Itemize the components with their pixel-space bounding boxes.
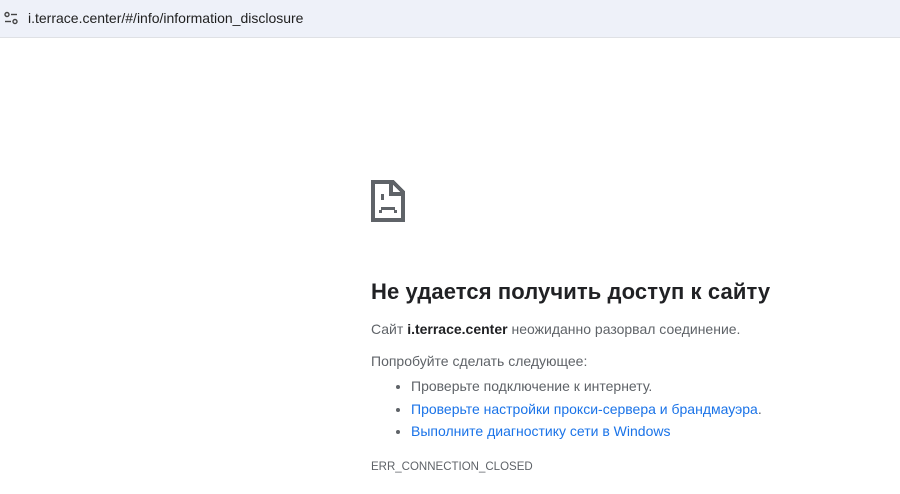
try-label: Попробуйте сделать следующее: bbox=[371, 353, 588, 369]
network-diagnostics-link[interactable]: Выполните диагностику сети в Windows bbox=[411, 423, 670, 439]
suggestion-proxy-firewall: Проверьте настройки прокси-сервера и бра… bbox=[411, 398, 891, 421]
error-message: Сайт i.terrace.center неожиданно разорва… bbox=[371, 321, 741, 337]
suggestion-check-connection: Проверьте подключение к интернету. bbox=[411, 375, 891, 398]
address-bar[interactable]: i.terrace.center/#/info/information_disc… bbox=[0, 0, 900, 38]
host-name: i.terrace.center bbox=[407, 321, 508, 337]
sad-page-icon bbox=[371, 180, 405, 222]
error-code: ERR_CONNECTION_CLOSED bbox=[371, 460, 533, 473]
error-title: Не удается получить доступ к сайту bbox=[371, 279, 771, 304]
url-text[interactable]: i.terrace.center/#/info/information_disc… bbox=[28, 10, 303, 26]
suggestion-diagnostics: Выполните диагностику сети в Windows bbox=[411, 420, 891, 443]
suggestions-list: Проверьте подключение к интернету. Прове… bbox=[371, 375, 891, 443]
proxy-firewall-link[interactable]: Проверьте настройки прокси-сервера и бра… bbox=[411, 401, 758, 417]
site-info-tune-icon[interactable] bbox=[4, 11, 18, 25]
error-content: Не удается получить доступ к сайту Сайт … bbox=[371, 180, 891, 473]
